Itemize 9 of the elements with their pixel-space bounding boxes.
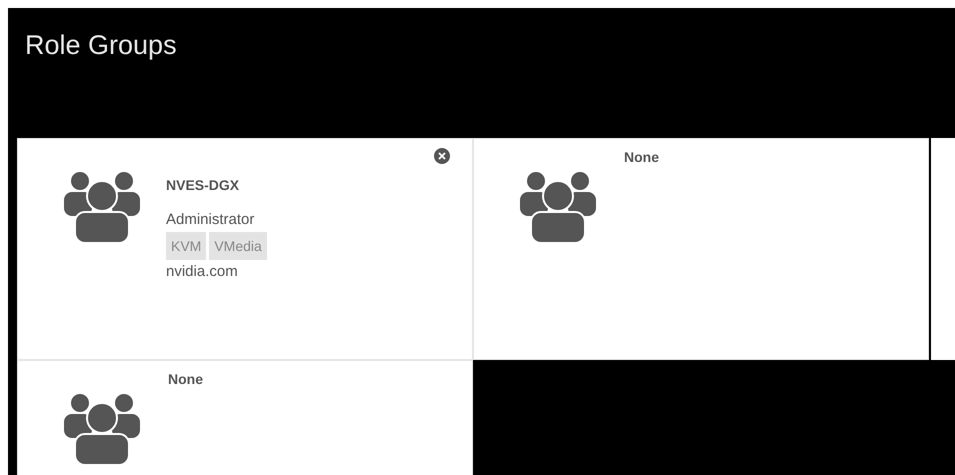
group-role: Administrator: [166, 210, 254, 230]
privilege-tag: KVM: [166, 232, 206, 260]
group-name: None: [168, 370, 203, 389]
group-domain: nvidia.com: [166, 262, 238, 282]
close-icon[interactable]: [434, 148, 450, 164]
group-name: NVES-DGX: [166, 176, 240, 195]
privilege-tag: VMedia: [209, 232, 267, 260]
group-name: None: [624, 148, 659, 167]
page-title: Role Groups: [25, 30, 177, 60]
